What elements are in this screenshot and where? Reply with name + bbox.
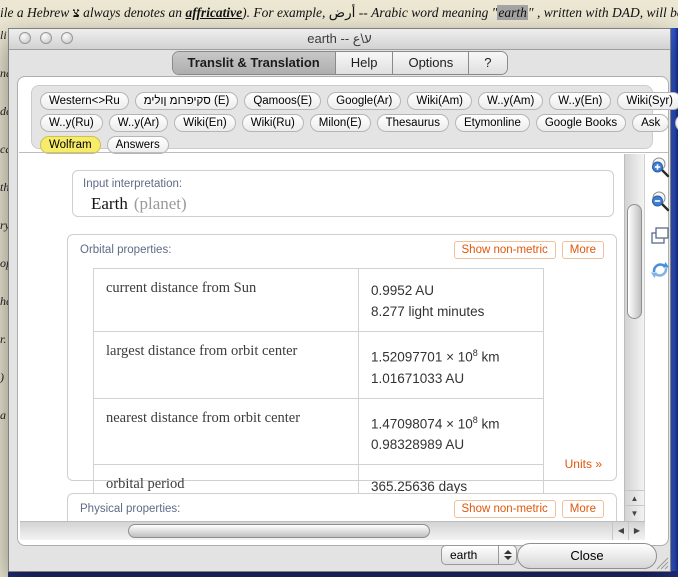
show-non-metric-button[interactable]: Show non-metric <box>454 500 556 518</box>
value-line: 1.01671033 AU <box>371 368 531 389</box>
tab-bar: Translit & TranslationHelpOptions? <box>9 50 670 76</box>
value-line: 8.277 light minutes <box>371 301 531 322</box>
shortcut-button[interactable]: Milon(E) <box>310 114 371 132</box>
value-line: 1.47098074 × 108 km <box>371 410 531 435</box>
vertical-scrollbar-thumb[interactable] <box>627 204 642 319</box>
dropdown-value: earth <box>450 548 477 562</box>
shortcut-button[interactable]: Etymonline <box>455 114 530 132</box>
refresh-icon[interactable] <box>650 259 670 281</box>
scroll-left-arrow[interactable]: ◀ <box>612 522 629 540</box>
window-titlebar[interactable]: earth -- ع\ע <box>9 29 670 50</box>
shortcut-row: W..y(Ru) W..y(Ar) Wiki(En) Wiki(Ru) Milon(E)… <box>40 114 644 132</box>
property-label: nearest distance from orbit center <box>94 398 359 465</box>
shortcut-button[interactable]: Wiki(Am) <box>407 92 472 110</box>
shortcut-button[interactable]: Wiki(En) <box>174 114 235 132</box>
vertical-scrollbar[interactable]: ▲ ▼ <box>624 154 645 521</box>
shortcut-button[interactable]: W..y(Ru) <box>40 114 103 132</box>
shortcut-button[interactable]: W..y(Ar) <box>109 114 169 132</box>
shortcut-button[interactable]: Wiki(Syr) <box>617 92 678 110</box>
planet-name: Earth <box>91 194 128 213</box>
property-value: 0.9952 AU8.277 light minutes <box>359 269 544 332</box>
shortcut-button[interactable]: מילון מורפיקס (E) <box>135 92 239 110</box>
tab-options[interactable]: Options <box>393 52 469 74</box>
property-value: 1.52097701 × 108 km1.01671033 AU <box>359 332 544 399</box>
more-button[interactable]: More <box>562 500 604 518</box>
property-label: current distance from Sun <box>94 269 359 332</box>
shortcut-button[interactable]: Google(Ar) <box>327 92 401 110</box>
results-area: Input interpretation: Earth (planet) Orbi… <box>19 152 668 547</box>
doc-text: ile a Hebrew <box>0 5 73 20</box>
shortcut-button-panel: Western<>Ru מילון מורפיקס (E) Qamoos(E) Goo… <box>31 85 653 149</box>
input-interpretation-pod: Input interpretation: Earth (planet) <box>72 170 614 217</box>
affricative-word: affricative <box>185 5 242 20</box>
copy-icon[interactable] <box>650 225 670 247</box>
show-non-metric-button[interactable]: Show non-metric <box>454 241 556 259</box>
arabic-word: أرض <box>329 5 356 20</box>
shortcut-button[interactable]: Thesaurus <box>377 114 449 132</box>
background-window-right-edge <box>670 28 678 577</box>
more-button[interactable]: More <box>562 241 604 259</box>
table-row: largest distance from orbit center1.5209… <box>94 332 544 399</box>
close-button[interactable]: Close <box>517 543 657 569</box>
window-title: earth -- ع\ע <box>9 31 670 47</box>
main-panel: Western<>Ru מילון מורפיקס (E) Qamoos(E) Goo… <box>17 76 669 546</box>
hebrew-letter: צ <box>73 5 80 20</box>
background-document-line: ile a Hebrew צ always denotes an affrica… <box>0 0 678 28</box>
value-line: 1.52097701 × 108 km <box>371 343 531 368</box>
side-tool-icons <box>650 157 670 293</box>
tab-?[interactable]: ? <box>469 52 506 74</box>
scroll-down-arrow[interactable]: ▼ <box>625 505 644 521</box>
property-value: 1.47098074 × 108 km0.98328989 AU <box>359 398 544 465</box>
orbital-properties-table: current distance from Sun0.9952 AU8.277 … <box>93 268 544 507</box>
zoom-out-icon[interactable] <box>650 191 670 213</box>
horizontal-scrollbar-thumb[interactable] <box>128 524 430 538</box>
shortcut-button[interactable]: Western<>Ru <box>40 92 129 110</box>
shortcut-button[interactable]: Google Books <box>536 114 626 132</box>
doc-text: " , written with DAD, will be <box>528 5 678 20</box>
resize-grip[interactable] <box>654 555 669 570</box>
doc-text: -- Arabic word meaning " <box>355 5 497 20</box>
history-dropdown[interactable]: earth <box>441 545 517 565</box>
shortcut-button[interactable]: Wiki(Ru) <box>242 114 304 132</box>
pod-label: Orbital properties: <box>80 244 171 256</box>
horizontal-scrollbar[interactable]: ◀ ▶ <box>20 521 645 540</box>
pod-buttons: Show non-metric More <box>454 241 605 259</box>
tab-group: Translit & TranslationHelpOptions? <box>172 51 508 75</box>
property-label: largest distance from orbit center <box>94 332 359 399</box>
translit-translation-window: earth -- ع\ע Translit & TranslationHelpO… <box>8 28 671 572</box>
value-line: 0.98328989 AU <box>371 434 531 455</box>
table-row: nearest distance from orbit center1.4709… <box>94 398 544 465</box>
planet-qualifier: (planet) <box>134 194 187 213</box>
value-line: 0.9952 AU <box>371 280 531 301</box>
scroll-up-arrow[interactable]: ▲ <box>625 490 644 506</box>
shortcut-button[interactable]: Qamoos(E) <box>244 92 321 110</box>
pod-label: Input interpretation: <box>83 178 603 190</box>
shortcut-button[interactable]: Ask <box>632 114 669 132</box>
tab-translit-translation[interactable]: Translit & Translation <box>173 52 336 74</box>
doc-text: ). For example, <box>242 5 329 20</box>
pod-label: Physical properties: <box>80 503 180 515</box>
wolfram-results-view: Input interpretation: Earth (planet) Orbi… <box>20 154 623 540</box>
zoom-in-icon[interactable] <box>650 157 670 179</box>
table-row: current distance from Sun0.9952 AU8.277 … <box>94 269 544 332</box>
doc-text: always denotes an <box>80 5 186 20</box>
pod-buttons: Show non-metric More <box>454 500 605 518</box>
tab-help[interactable]: Help <box>336 52 394 74</box>
highlighted-search-word: earth <box>497 5 528 20</box>
orbital-properties-pod: Orbital properties: Show non-metricMore … <box>67 234 617 481</box>
dropdown-stepper-icon[interactable] <box>498 546 516 564</box>
scroll-right-arrow[interactable]: ▶ <box>628 522 645 540</box>
shortcut-button[interactable]: W..y(Am) <box>478 92 543 110</box>
shortcut-button[interactable]: W..y(En) <box>549 92 611 110</box>
input-interpretation-value: Earth (planet) <box>91 194 603 214</box>
units-link[interactable]: Units » <box>565 457 602 471</box>
shortcut-row: Western<>Ru מילון מורפיקס (E) Qamoos(E) Goo… <box>40 92 644 110</box>
